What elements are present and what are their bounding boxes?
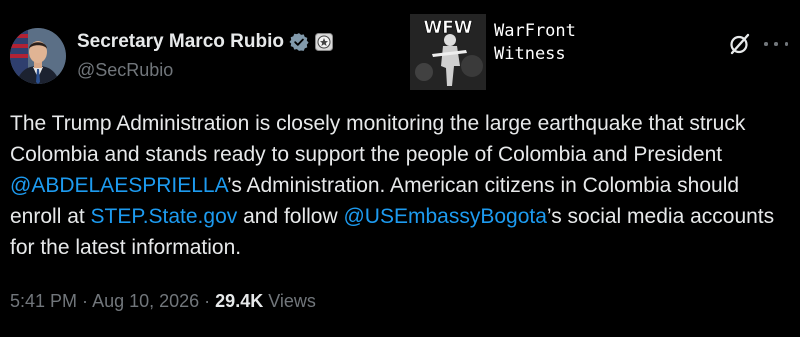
watermark-line-1: WarFront (494, 21, 576, 41)
tweet-time[interactable]: 5:41 PM (10, 291, 77, 311)
author-handle[interactable]: @SecRubio (77, 60, 333, 81)
step-state-gov-link[interactable]: STEP.State.gov (91, 205, 238, 228)
avatar[interactable] (10, 28, 66, 84)
tweet-date[interactable]: Aug 10, 2026 (92, 291, 199, 311)
display-name[interactable]: Secretary Marco Rubio (77, 31, 284, 53)
grok-icon[interactable] (728, 32, 752, 56)
more-options-icon[interactable] (764, 34, 788, 54)
meta-separator: · (77, 291, 93, 311)
display-name-row: Secretary Marco Rubio (77, 29, 333, 55)
tweet-text: The Trump Administration is closely moni… (10, 108, 795, 263)
tweet: Secretary Marco Rubio @SecRubio WFW WarF… (0, 0, 800, 337)
verified-badge-icon[interactable] (289, 32, 309, 52)
svg-text:WFW: WFW (423, 18, 472, 38)
tweet-text-part-3: and follow (237, 205, 344, 228)
avatar-image (10, 28, 66, 84)
watermark-line-2: Witness (494, 44, 566, 64)
views-label: Views (263, 291, 316, 311)
author-info: Secretary Marco Rubio @SecRubio (77, 29, 333, 81)
government-seal-icon[interactable] (314, 33, 333, 51)
mention-abdelaespriella[interactable]: @ABDELAESPRIELLA (10, 174, 227, 197)
meta-separator: · (199, 291, 216, 311)
tweet-meta: 5:41 PM · Aug 10, 2026 · 29.4K Views (10, 291, 316, 312)
watermark-logo: WFW (410, 14, 486, 90)
views-count[interactable]: 29.4K (215, 291, 263, 311)
watermark-text: WarFront Witness (494, 20, 576, 66)
mention-usembassybogota[interactable]: @USEmbassyBogota (343, 205, 546, 228)
tweet-text-part-1: The Trump Administration is closely moni… (10, 112, 746, 166)
